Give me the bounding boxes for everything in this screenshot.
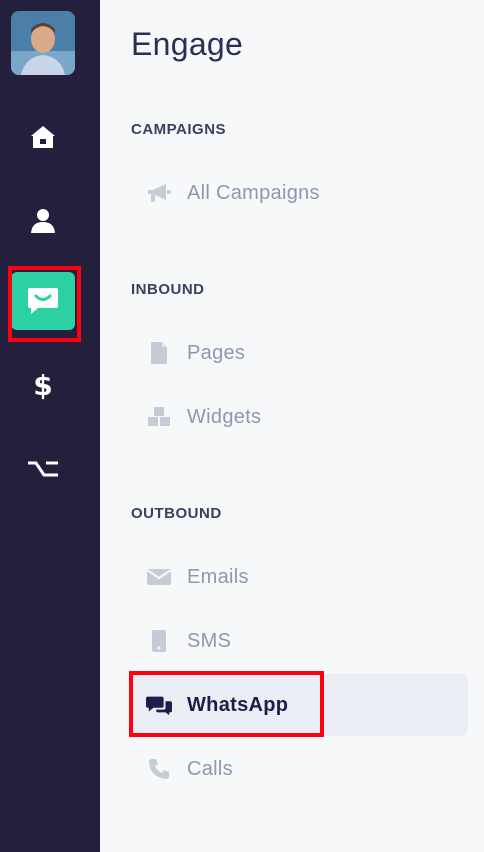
sidebar-rail: $ [0,0,100,852]
rail-automations-button[interactable] [11,440,75,498]
nav-item-emails[interactable]: Emails [130,546,468,608]
avatar[interactable] [11,11,75,75]
nav-item-pages[interactable]: Pages [130,322,468,384]
rail-revenue-button[interactable]: $ [11,356,75,414]
flow-icon [28,461,58,477]
megaphone-icon [146,180,172,206]
nav-item-all-campaigns[interactable]: All Campaigns [130,162,468,224]
rail-contacts-button[interactable] [11,192,75,250]
file-icon [146,340,172,366]
nav-item-label: Pages [187,341,246,364]
section-outbound: OUTBOUND [131,505,222,522]
home-icon [31,126,55,148]
nav-item-sms[interactable]: SMS [130,610,468,672]
page-title: Engage [131,26,244,62]
nav-item-calls[interactable]: Calls [130,738,468,800]
nav-item-label: Widgets [187,405,262,428]
section-campaigns: CAMPAIGNS [131,121,227,138]
envelope-icon [146,564,172,590]
dollar-icon: $ [33,368,53,402]
mobile-icon [146,628,172,654]
nav-item-widgets[interactable]: Widgets [130,386,468,448]
nav-item-label: Calls [187,757,233,780]
engage-panel: Engage CAMPAIGNS All Campaigns INBOUND P… [100,0,484,852]
section-inbound: INBOUND [131,281,205,298]
engage-highlight-box [8,266,81,342]
whatsapp-highlight-box [129,671,324,737]
phone-icon [146,756,172,782]
nav-item-label: Emails [187,565,249,588]
nav-item-label: SMS [187,629,232,652]
cubes-icon [146,404,172,430]
nav-item-label: All Campaigns [187,181,320,204]
rail-home-button[interactable] [11,108,75,166]
person-icon [31,209,55,233]
